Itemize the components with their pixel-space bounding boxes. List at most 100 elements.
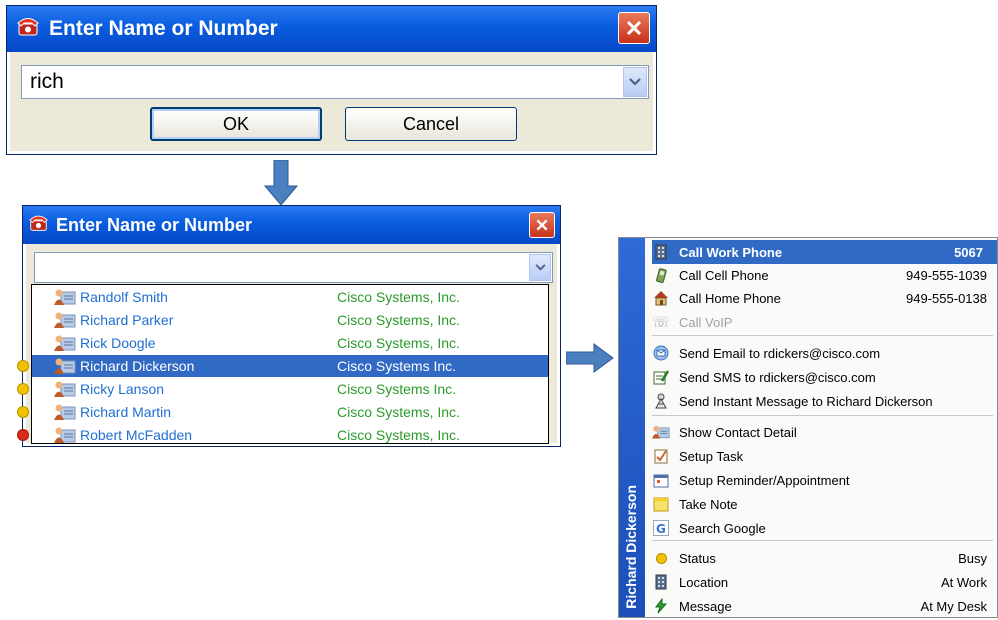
voip-icon: ☏	[651, 314, 671, 331]
result-row[interactable]: Richard Parker Cisco Systems, Inc.	[32, 309, 548, 331]
lightning-icon	[652, 597, 670, 615]
dialog-body: rich OK Cancel	[10, 52, 653, 151]
name-number-input[interactable]	[34, 252, 553, 283]
menu-item-send-sms-to-rdickers-cisco-com[interactable]: Send SMS to rdickers@cisco.com	[652, 365, 987, 389]
contact-card-icon	[54, 357, 76, 378]
menu-item-send-email-to-rdickers-cisco-com[interactable]: Send Email to rdickers@cisco.com	[652, 341, 987, 365]
menu-item-label: Take Note	[679, 496, 738, 512]
status-offline-icon	[17, 429, 29, 441]
menu-item-label: Search Google	[679, 520, 766, 536]
menu-item-value: 949-555-0138	[906, 290, 987, 306]
combo-dropdown-button[interactable]	[529, 254, 551, 281]
menu-item-setup-task[interactable]: Setup Task	[652, 444, 987, 468]
close-icon	[626, 20, 642, 36]
contact-card-icon	[54, 403, 76, 424]
result-company: Cisco Systems, Inc.	[337, 404, 460, 420]
result-name: Richard Martin	[80, 404, 172, 420]
result-company: Cisco Systems Inc.	[337, 381, 457, 397]
menu-item-call-cell-phone[interactable]: Call Cell Phone 949-555-1039	[652, 263, 987, 287]
result-company: Cisco Systems, Inc.	[337, 335, 460, 351]
result-name: Randolf Smith	[80, 289, 168, 305]
email-icon	[652, 344, 670, 362]
building-icon	[652, 573, 670, 591]
result-company: Cisco Systems, Inc.	[337, 427, 460, 443]
name-number-input[interactable]: rich	[21, 65, 649, 99]
enter-name-dialog: Enter Name or Number rich OK Cancel	[6, 5, 657, 155]
menu-item-setup-reminder-appointment[interactable]: Setup Reminder/Appointment	[652, 468, 987, 492]
name-number-input-value: rich	[30, 70, 64, 93]
result-name: Ricky Lanson	[80, 381, 165, 397]
menu-item-status[interactable]: Status Busy	[652, 546, 987, 570]
menu-item-send-instant-message-to-richard-dickerson[interactable]: Send Instant Message to Richard Dickerso…	[652, 389, 987, 413]
menu-item-label: Call Work Phone	[679, 244, 783, 260]
dialog-title: Enter Name or Number	[49, 17, 278, 40]
menu-item-label: Status	[679, 550, 716, 566]
menu-item-message[interactable]: Message At My Desk	[652, 594, 987, 618]
result-row[interactable]: Randolf Smith Cisco Systems, Inc.	[32, 286, 548, 308]
menu-item-label: Show Contact Detail	[679, 424, 797, 440]
chevron-down-icon	[534, 264, 546, 271]
menu-item-value: 5067	[954, 244, 983, 260]
menu-item-value: At My Desk	[920, 598, 987, 614]
menu-item-call-work-phone[interactable]: Call Work Phone 5067	[652, 240, 997, 264]
contact-card-icon	[54, 334, 76, 355]
contact-name-band: Richard Dickerson	[619, 238, 645, 617]
menu-item-value: At Work	[941, 574, 987, 590]
contact-context-menu: Richard Dickerson Call Work Phone 5067 Cal…	[618, 237, 998, 618]
result-row[interactable]: Richard Dickerson Cisco Systems Inc.	[17, 355, 548, 378]
result-name: Robert McFadden	[80, 427, 193, 443]
status-busy-icon	[17, 406, 29, 418]
result-row[interactable]: Ricky Lanson Cisco Systems Inc.	[17, 378, 548, 401]
menu-separator	[652, 540, 993, 541]
result-row[interactable]: Richard Martin Cisco Systems, Inc.	[17, 401, 548, 424]
result-company: Cisco Systems, Inc.	[337, 312, 460, 328]
home-icon	[652, 289, 670, 307]
arrow-down-icon	[264, 160, 298, 206]
menu-item-label: Setup Task	[679, 448, 744, 464]
result-company: Cisco Systems Inc.	[337, 358, 457, 374]
result-row[interactable]: Robert McFadden Cisco Systems, Inc.	[17, 424, 548, 446]
task-icon	[652, 447, 670, 465]
status-dot-icon	[652, 549, 670, 567]
dialog-title: Enter Name or Number	[56, 214, 253, 235]
result-row[interactable]: Rick Doogle Cisco Systems, Inc.	[32, 332, 548, 354]
menu-item-label: Send Instant Message to Richard Dickerso…	[679, 393, 933, 409]
result-name: Richard Parker	[80, 312, 174, 328]
instant-message-icon	[652, 392, 670, 410]
svg-text:G: G	[656, 522, 666, 536]
status-busy-icon	[17, 383, 29, 395]
menu-item-call-voip: ☏ Call VoIP	[652, 310, 987, 334]
result-company: Cisco Systems, Inc.	[337, 289, 460, 305]
contact-name-vertical: Richard Dickerson	[623, 485, 639, 609]
menu-item-search-google[interactable]: G Search Google	[652, 516, 987, 540]
search-results-list: Randolf Smith Cisco Systems, Inc. Richard …	[17, 284, 549, 446]
menu-item-value: Busy	[958, 550, 987, 566]
menu-item-label: Message	[679, 598, 732, 614]
close-button[interactable]	[618, 12, 650, 44]
cancel-button[interactable]: Cancel	[345, 107, 517, 141]
menu-item-location[interactable]: Location At Work	[652, 570, 987, 594]
menu-item-call-home-phone[interactable]: Call Home Phone 949-555-0138	[652, 286, 987, 310]
menu-item-label: Call Home Phone	[679, 290, 781, 306]
close-button[interactable]	[529, 212, 555, 238]
contact-card-icon	[54, 380, 76, 401]
menu-item-label: Call Cell Phone	[679, 267, 769, 283]
menu-item-label: Location	[679, 574, 729, 590]
menu-item-take-note[interactable]: Take Note	[652, 492, 987, 516]
menu-item-label: Send Email to rdickers@cisco.com	[679, 345, 881, 361]
combo-dropdown-button[interactable]	[623, 67, 647, 97]
contact-card-icon	[652, 423, 670, 441]
menu-item-value: 949-555-1039	[906, 267, 987, 283]
contact-card-icon	[54, 288, 76, 309]
note-icon	[652, 495, 670, 513]
dialog-titlebar[interactable]: Enter Name or Number	[7, 6, 656, 52]
status-busy-icon	[17, 360, 29, 372]
menu-item-show-contact-detail[interactable]: Show Contact Detail	[652, 420, 987, 444]
ok-button[interactable]: OK	[150, 107, 322, 141]
chevron-down-icon	[629, 78, 641, 86]
dialog-titlebar[interactable]: Enter Name or Number	[23, 206, 560, 244]
arrow-right-icon	[566, 343, 614, 373]
menu-item-label: Send SMS to rdickers@cisco.com	[679, 369, 876, 385]
menu-item-label: Call VoIP	[679, 314, 733, 330]
close-icon	[536, 219, 548, 231]
